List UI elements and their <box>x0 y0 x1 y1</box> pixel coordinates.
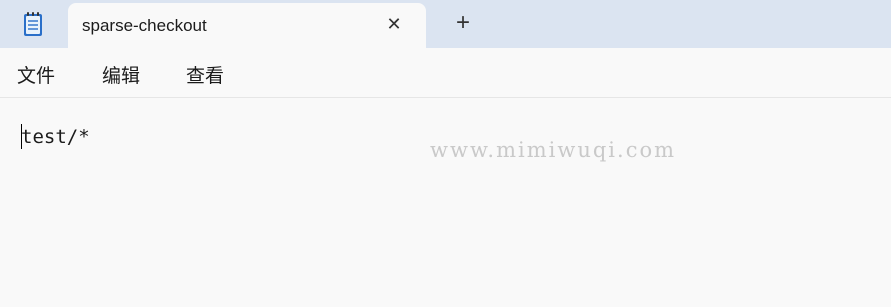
notepad-window: sparse-checkout ✕ + 文件 编辑 查看 test/* www.… <box>0 0 891 307</box>
title-bar: sparse-checkout ✕ + <box>0 0 891 48</box>
close-icon[interactable]: ✕ <box>384 14 404 34</box>
editor-content: test/* <box>21 126 90 148</box>
menu-bar: 文件 编辑 查看 <box>0 48 891 98</box>
tab-sparse-checkout[interactable]: sparse-checkout ✕ <box>68 3 426 48</box>
menu-view[interactable]: 查看 <box>186 61 224 88</box>
menu-file[interactable]: 文件 <box>17 61 55 88</box>
text-editor[interactable]: test/* www.mimiwuqi.com <box>0 98 891 307</box>
notepad-icon <box>24 12 42 36</box>
watermark: www.mimiwuqi.com <box>430 138 677 162</box>
tab-title: sparse-checkout <box>82 16 207 35</box>
menu-edit[interactable]: 编辑 <box>102 61 140 88</box>
new-tab-button[interactable]: + <box>451 11 475 36</box>
